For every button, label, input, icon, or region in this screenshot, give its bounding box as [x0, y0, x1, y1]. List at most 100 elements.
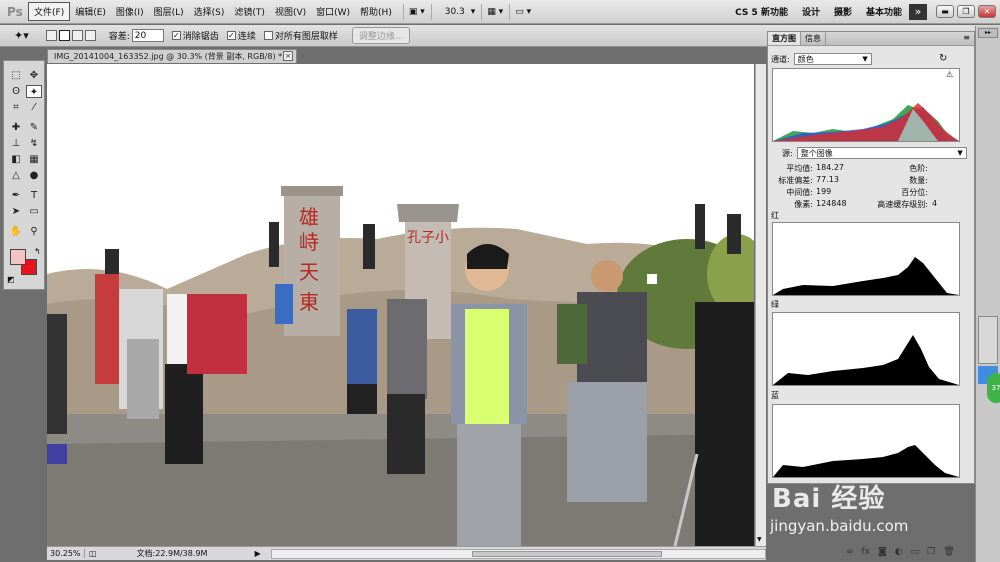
hand-tool-icon[interactable]: ✋	[8, 225, 24, 238]
marquee-tool-icon[interactable]: ⬚	[8, 69, 24, 82]
adjustment-icon[interactable]: ◐	[895, 547, 903, 557]
menu-layer[interactable]: 图层(L)	[149, 3, 189, 20]
blue-histogram	[772, 404, 960, 478]
tab-info[interactable]: 信息	[801, 32, 826, 45]
svg-text:東: 東	[299, 290, 319, 314]
contiguous-checkbox[interactable]: ✓ 连续	[226, 29, 256, 42]
dodge-tool-icon[interactable]: ●	[26, 169, 42, 182]
minimize-button[interactable]: ▬	[936, 5, 954, 18]
path-select-icon[interactable]: ➤	[8, 205, 24, 218]
scroll-thumb[interactable]	[471, 550, 662, 557]
tolerance-input[interactable]: 20	[131, 29, 164, 42]
eyedropper-tool-icon[interactable]: ⁄	[26, 101, 42, 114]
trash-icon[interactable]: 🗑	[943, 547, 954, 557]
cache-level-value: 4	[932, 199, 938, 208]
menu-file[interactable]: 文件(F)	[28, 2, 71, 21]
chevron-down-icon: ▼	[862, 55, 868, 63]
menu-help[interactable]: 帮助(H)	[355, 3, 397, 20]
clone-stamp-icon[interactable]: ⊥	[8, 137, 24, 150]
zoom-tool-icon[interactable]: ⚲	[26, 225, 42, 238]
default-colors-icon[interactable]: ◩	[7, 275, 15, 284]
tab-histogram[interactable]: 直方图	[768, 32, 801, 45]
pixels-label: 像素:	[794, 200, 813, 209]
restore-button[interactable]: ❐	[957, 5, 975, 18]
brush-tool-icon[interactable]: ✎	[26, 121, 42, 134]
red-histogram-graph	[773, 257, 959, 295]
move-tool-icon[interactable]: ✥	[26, 69, 42, 82]
healing-brush-icon[interactable]: ✚	[8, 121, 24, 134]
subtract-selection-icon[interactable]	[71, 30, 83, 41]
menu-select[interactable]: 选择(S)	[189, 3, 230, 20]
baidu-watermark-url: jingyan.baidu.com	[770, 517, 909, 535]
menu-image[interactable]: 图像(I)	[111, 3, 149, 20]
close-button[interactable]: ✕	[978, 5, 996, 18]
history-brush-icon[interactable]: ↯	[26, 137, 42, 150]
fx-icon[interactable]: fx	[862, 547, 871, 557]
crop-tool-icon[interactable]: ⌗	[8, 101, 24, 114]
svg-text:峙: 峙	[299, 230, 319, 254]
mask-icon[interactable]: ◙	[878, 547, 887, 557]
workspace-photography[interactable]: 摄影	[827, 5, 859, 18]
new-selection-icon[interactable]	[45, 30, 57, 41]
add-selection-icon[interactable]	[58, 30, 70, 41]
checkmark-icon: ✓	[226, 31, 236, 40]
collapsed-panel[interactable]	[978, 316, 998, 364]
green-channel-label: 绿	[771, 300, 779, 309]
folder-icon[interactable]: ▭	[911, 547, 920, 557]
source-select[interactable]: 整个图像 ▼	[796, 147, 967, 159]
screen-mode-dropdown[interactable]: ▭ ▾	[509, 3, 531, 20]
contiguous-label: 连续	[237, 32, 256, 42]
workspace-cs5-new[interactable]: CS 5 新功能	[728, 5, 795, 18]
workspace-design[interactable]: 设计	[795, 5, 827, 18]
svg-text:天: 天	[299, 260, 319, 284]
sample-all-layers-checkbox[interactable]: 对所有图层取样	[263, 29, 338, 42]
gradient-tool-icon[interactable]: ▦	[26, 153, 42, 166]
horizontal-scrollbar[interactable]	[270, 548, 766, 559]
median-label: 中间值:	[786, 188, 813, 197]
pen-tool-icon[interactable]: ✒	[8, 189, 24, 202]
menu-edit[interactable]: 编辑(E)	[70, 3, 111, 20]
link-icon[interactable]: ∞	[846, 547, 854, 557]
document-tab[interactable]: IMG_20141004_163352.jpg @ 30.3% (背景 副本, …	[47, 49, 297, 63]
status-bar: 30.25% ◫ 文档:22.9M/38.9M ▶	[47, 546, 766, 560]
screen-mode-button[interactable]: ▣ ▾	[402, 3, 425, 20]
new-layer-icon[interactable]: ❐	[927, 547, 935, 557]
shape-tool-icon[interactable]: ▭	[26, 205, 42, 218]
refine-edge-button[interactable]: 调整边缘...	[351, 27, 411, 44]
status-page-icon: ◫	[89, 549, 97, 558]
intersect-selection-icon[interactable]	[84, 30, 96, 41]
baidu-watermark: Bai 经验	[772, 484, 886, 514]
tolerance-label: 容差:	[108, 32, 130, 42]
channel-select[interactable]: 颜色 ▼	[793, 53, 872, 65]
arrange-documents-button[interactable]: ▦ ▾	[481, 3, 503, 20]
workspace-essentials[interactable]: 基本功能	[859, 5, 909, 18]
document-title: IMG_20141004_163352.jpg @ 30.3% (背景 副本, …	[54, 52, 283, 61]
close-tab-icon[interactable]: ×	[283, 51, 293, 61]
foreground-color-swatch[interactable]	[10, 249, 26, 265]
panel-menu-icon[interactable]: ≡	[963, 32, 974, 45]
zoom-level-dropdown[interactable]: 30.3 ▾	[430, 3, 475, 20]
magic-wand-preset-icon[interactable]: ✦▾	[14, 29, 29, 42]
antialias-checkbox[interactable]: ✓ 消除锯齿	[171, 29, 219, 42]
status-arrow-icon[interactable]: ▶	[255, 549, 261, 558]
menu-window[interactable]: 窗口(W)	[311, 3, 355, 20]
blur-tool-icon[interactable]: △	[8, 169, 24, 182]
type-tool-icon[interactable]: T	[26, 189, 42, 202]
menu-view[interactable]: 视图(V)	[270, 3, 311, 20]
pixels-value: 124848	[816, 199, 847, 208]
lasso-tool-icon[interactable]: ʘ	[8, 85, 24, 98]
collapse-icon[interactable]: ▸▸	[978, 28, 998, 38]
magic-wand-tool-icon[interactable]: ✦	[26, 85, 42, 98]
eraser-tool-icon[interactable]: ◧	[8, 153, 24, 166]
source-value: 整个图像	[800, 149, 833, 158]
swap-colors-icon[interactable]: ↰	[34, 247, 41, 256]
refresh-icon[interactable]: ↻	[939, 53, 947, 64]
workspace-expand-button[interactable]: »	[909, 3, 927, 20]
menu-bar: Ps 文件(F) 编辑(E) 图像(I) 图层(L) 选择(S) 滤镜(T) 视…	[0, 0, 1000, 24]
vertical-scrollbar[interactable]: ▼	[755, 64, 766, 546]
status-zoom[interactable]: 30.25%	[47, 549, 85, 558]
menu-filter[interactable]: 滤镜(T)	[229, 3, 270, 20]
scroll-down-icon[interactable]: ▼	[757, 536, 765, 544]
percentile-label: 百分位:	[901, 188, 928, 197]
document-canvas[interactable]: 雄 峙 天 東 孔子小	[47, 64, 754, 546]
